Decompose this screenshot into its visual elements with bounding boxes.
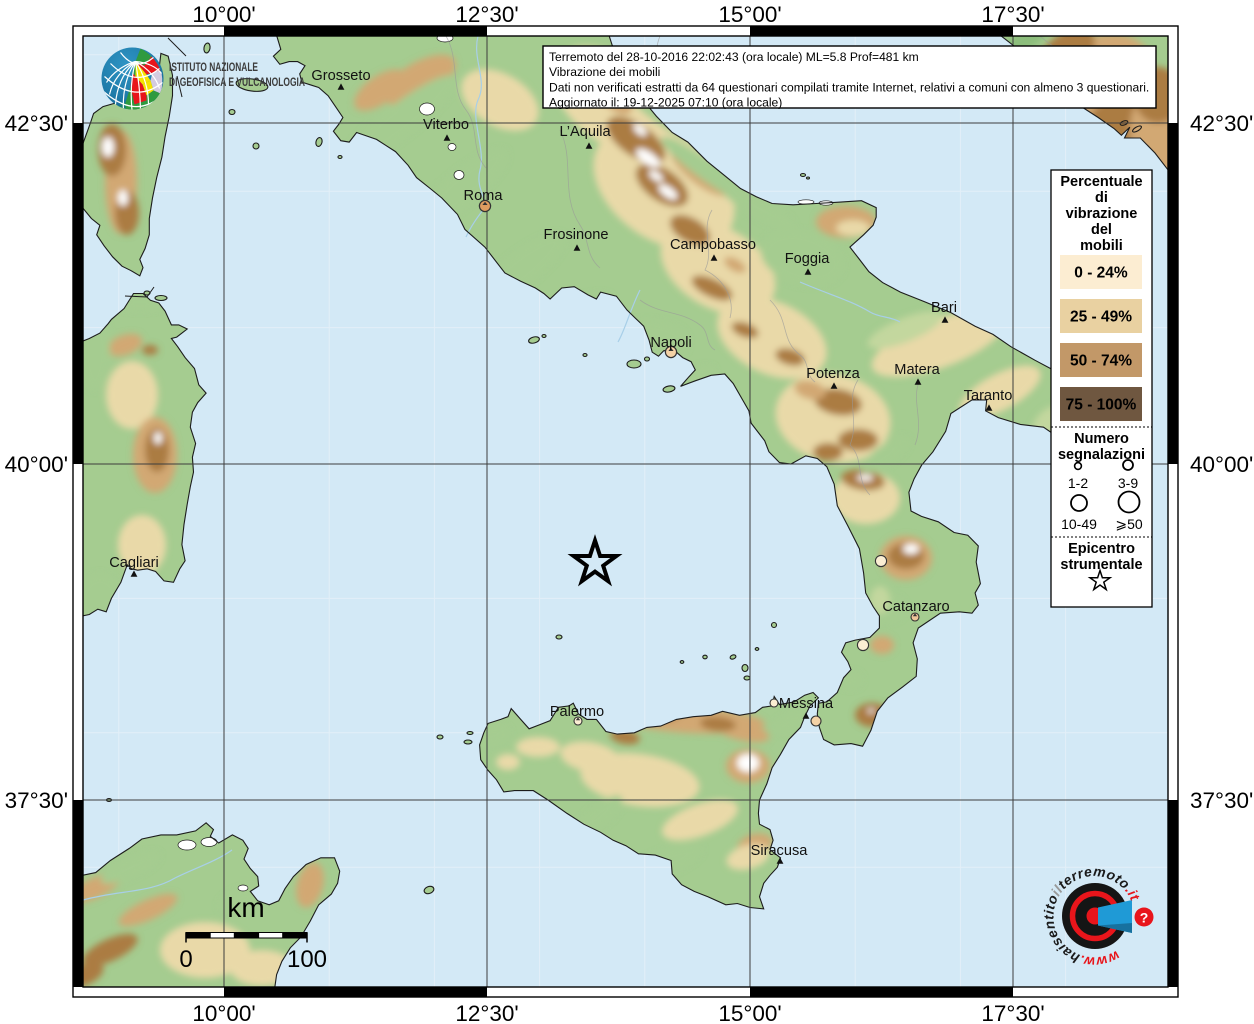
- svg-text:10°00': 10°00': [192, 2, 255, 27]
- svg-text:Cagliari: Cagliari: [109, 555, 158, 571]
- svg-text:ISTITUTO NAZIONALE: ISTITUTO NAZIONALE: [169, 60, 258, 74]
- svg-text:40°00': 40°00': [1190, 452, 1253, 477]
- svg-text:12°30': 12°30': [455, 2, 518, 27]
- svg-text:Aggiornato il: 19-12-2025 07:1: Aggiornato il: 19-12-2025 07:10 (ora loc…: [549, 96, 782, 110]
- svg-text:mobili: mobili: [1080, 238, 1123, 254]
- svg-text:10-49: 10-49: [1061, 516, 1097, 532]
- svg-text:⩾50: ⩾50: [1115, 516, 1143, 532]
- svg-text:75 - 100%: 75 - 100%: [1066, 397, 1137, 414]
- svg-text:17°30': 17°30': [981, 1001, 1044, 1024]
- svg-text:37°30': 37°30': [5, 788, 68, 813]
- svg-text:Epicentro: Epicentro: [1068, 541, 1135, 557]
- svg-text:Catanzaro: Catanzaro: [882, 599, 949, 615]
- svg-text:del: del: [1091, 222, 1112, 238]
- svg-text:12°30': 12°30': [455, 1001, 518, 1024]
- svg-text:Siracusa: Siracusa: [751, 843, 809, 859]
- svg-text:42°30': 42°30': [1190, 111, 1253, 136]
- svg-text:100: 100: [287, 946, 327, 973]
- svg-text:Matera: Matera: [894, 362, 940, 378]
- svg-text:Percentuale: Percentuale: [1060, 174, 1142, 190]
- svg-text:1-2: 1-2: [1068, 475, 1088, 491]
- svg-text:Taranto: Taranto: [964, 388, 1013, 404]
- svg-text:25 - 49%: 25 - 49%: [1070, 309, 1132, 326]
- svg-text:37°30': 37°30': [1190, 788, 1253, 813]
- svg-text:Foggia: Foggia: [785, 251, 831, 267]
- svg-text:?: ?: [1140, 910, 1149, 926]
- svg-text:17°30': 17°30': [981, 2, 1044, 27]
- svg-text:Terremoto del 28-10-2016 22:02: Terremoto del 28-10-2016 22:02:43 (ora l…: [549, 50, 919, 64]
- svg-text:15°00': 15°00': [718, 1001, 781, 1024]
- svg-text:0: 0: [179, 946, 192, 973]
- svg-text:Numero: Numero: [1074, 431, 1129, 447]
- svg-text:Messina: Messina: [779, 696, 834, 712]
- svg-text:segnalazioni: segnalazioni: [1058, 447, 1145, 463]
- svg-text:Grosseto: Grosseto: [311, 68, 370, 84]
- svg-text:50 - 74%: 50 - 74%: [1070, 353, 1132, 370]
- svg-text:Campobasso: Campobasso: [670, 237, 756, 253]
- svg-text:42°30': 42°30': [5, 111, 68, 136]
- svg-text:Viterbo: Viterbo: [423, 117, 469, 133]
- svg-text:km: km: [227, 892, 264, 923]
- svg-text:Vibrazione dei mobili: Vibrazione dei mobili: [549, 65, 660, 79]
- svg-text:3-9: 3-9: [1118, 475, 1138, 491]
- svg-text:Potenza: Potenza: [806, 366, 860, 382]
- svg-text:vibrazione: vibrazione: [1066, 206, 1138, 222]
- svg-text:Frosinone: Frosinone: [544, 227, 609, 243]
- svg-text:0 - 24%: 0 - 24%: [1074, 265, 1128, 282]
- svg-text:strumentale: strumentale: [1060, 557, 1142, 573]
- svg-text:40°00': 40°00': [5, 452, 68, 477]
- svg-text:Bari: Bari: [931, 300, 957, 316]
- svg-text:Roma: Roma: [464, 188, 504, 204]
- svg-text:Dati non verificati estratti d: Dati non verificati estratti da 64 quest…: [549, 80, 1149, 94]
- svg-text:Palermo: Palermo: [550, 704, 604, 720]
- svg-text:Napoli: Napoli: [650, 335, 691, 351]
- svg-text:L’Aquila: L’Aquila: [559, 124, 611, 140]
- svg-text:10°00': 10°00': [192, 1001, 255, 1024]
- svg-text:15°00': 15°00': [718, 2, 781, 27]
- svg-text:di: di: [1095, 190, 1108, 206]
- svg-text:DI GEOFISICA E VULCANOLOGIA: DI GEOFISICA E VULCANOLOGIA: [169, 75, 305, 89]
